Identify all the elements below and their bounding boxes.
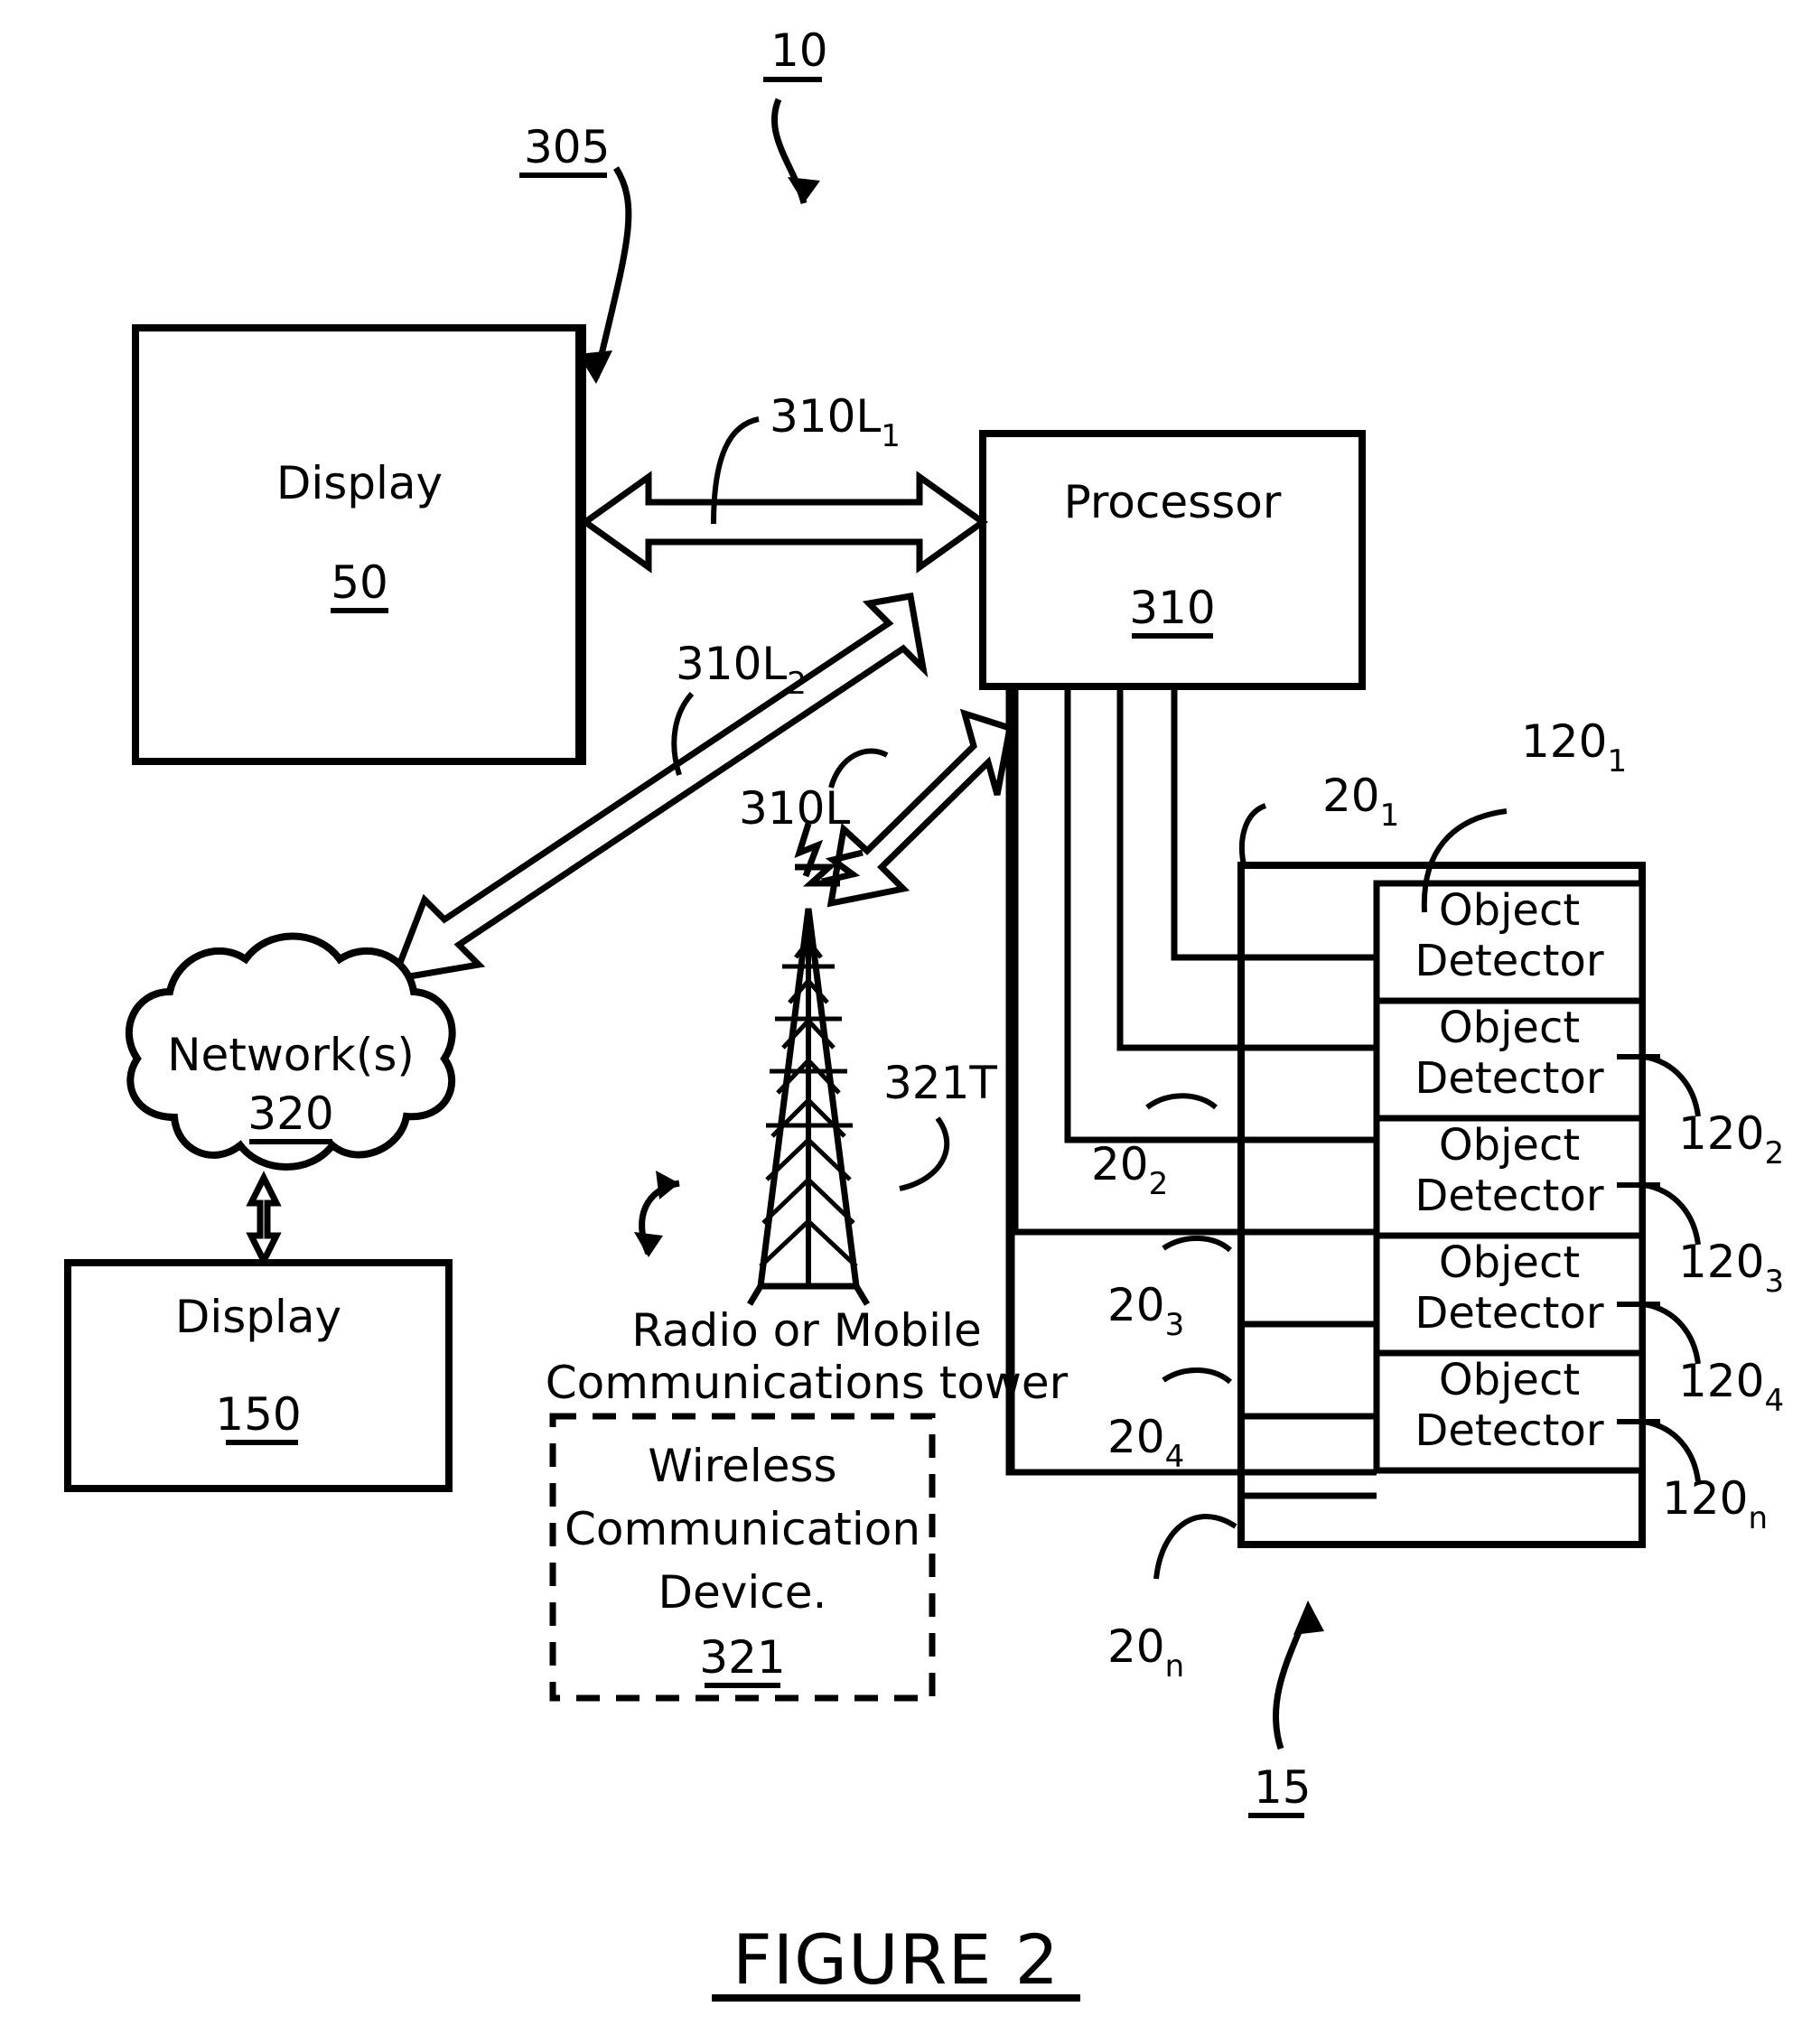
tower-caption: Radio or Mobile Communications tower (546, 1304, 1069, 1409)
detector-2-line1: Object (1439, 1003, 1580, 1053)
detector-4-ref: 1204 (1678, 1355, 1784, 1419)
processor-label: Processor (1064, 476, 1282, 528)
tower-ref-leader (899, 1116, 950, 1191)
detector-1-line1: Object (1439, 885, 1580, 936)
bus-1-label: 201 (1322, 770, 1399, 834)
network-cloud-block[interactable]: Network(s) 320 (126, 932, 456, 1171)
link-310L-label: 310L (739, 782, 850, 835)
detector-1-ref: 1201 (1521, 715, 1627, 779)
link-tower-processor: 310L (739, 708, 1014, 908)
network-display-double-arrow (246, 1171, 282, 1268)
array-ref-15-callout: 15 (1248, 1601, 1324, 1818)
processor-box[interactable] (979, 430, 1366, 690)
tower-signal-arc-head-bottom (634, 1232, 663, 1257)
detector-2-ref: 1202 (1678, 1107, 1784, 1171)
wireless-device-line1: Wireless (648, 1440, 836, 1492)
display-top-box[interactable] (132, 324, 586, 765)
detector-4-line1: Object (1439, 1237, 1580, 1288)
display-processor-double-arrow (579, 471, 989, 574)
detector-3-ref: 1203 (1678, 1236, 1784, 1300)
bus-3-leader (1162, 1236, 1232, 1253)
detector-1-line2: Detector (1415, 936, 1603, 986)
display-bottom-block[interactable]: Display 150 (64, 1259, 453, 1492)
radio-tower[interactable]: 321T (634, 822, 997, 1306)
bus-2-label: 202 (1091, 1138, 1168, 1202)
wireless-device-line3: Device. (658, 1566, 827, 1619)
bus-4-leader (1162, 1367, 1232, 1385)
bus-1-leader (1239, 803, 1267, 870)
wireless-device-block[interactable]: Wireless Communication Device. 321 (549, 1413, 936, 1702)
detector-5-line1: Object (1439, 1355, 1580, 1405)
detector-4-line2: Detector (1415, 1288, 1603, 1339)
figure-caption: FIGURE 2 (733, 1919, 1060, 2000)
system-ref-10-arrowhead (788, 177, 820, 203)
display-top-label: Display (276, 457, 443, 509)
link-network-display-bottom (246, 1171, 282, 1268)
tower-signal-arc-head-top (656, 1171, 679, 1199)
processor-ref: 310 (1129, 582, 1215, 634)
display-bottom-label: Display (175, 1291, 341, 1343)
wireless-device-line2: Communication (565, 1503, 920, 1555)
detector-2-line2: Detector (1415, 1053, 1603, 1104)
link-display-processor: 310L1 (579, 390, 989, 574)
patent-figure-2: 10 305 Display 50 Processor 310 310L1 31… (64, 24, 1784, 2002)
bezel-ref-305-label: 305 (524, 121, 610, 173)
detector-5-line2: Detector (1415, 1405, 1603, 1456)
array-ref-15-arrowhead (1293, 1601, 1324, 1635)
network-label: Network(s) (167, 1029, 415, 1081)
figure-caption-group: FIGURE 2 (712, 1919, 1080, 2002)
tower-caption-line2: Communications tower (546, 1357, 1069, 1409)
bus-n-label: 20n (1107, 1620, 1184, 1685)
detector-stack: Object Detector Object Detector Object D… (1373, 880, 1646, 1474)
array-ref-15-label: 15 (1254, 1761, 1312, 1814)
detector-3-line1: Object (1439, 1120, 1580, 1171)
link-310L2-label: 310L2 (676, 638, 807, 702)
system-ref-10-callout: 10 (763, 24, 828, 204)
processor-block[interactable]: Processor 310 (979, 430, 1366, 690)
tower-caption-line1: Radio or Mobile (631, 1304, 981, 1357)
system-ref-10-label: 10 (770, 24, 828, 77)
bus-3-label: 203 (1107, 1279, 1184, 1343)
display-top-block[interactable]: Display 50 (132, 324, 586, 765)
detector-array-block[interactable]: Object Detector Object Detector Object D… (1237, 862, 1646, 1548)
bus-2-leader (1145, 1093, 1218, 1110)
tower-ref-label: 321T (883, 1057, 997, 1109)
display-top-ref: 50 (331, 556, 388, 609)
bus-4-label: 204 (1107, 1411, 1184, 1475)
display-top-bezel (575, 328, 584, 761)
link-310L1-label: 310L1 (770, 390, 901, 454)
wireless-device-ref: 321 (699, 1631, 785, 1684)
bus-n-leader (1153, 1514, 1237, 1580)
bezel-ref-305-leader (593, 166, 632, 378)
network-ref: 320 (247, 1087, 333, 1140)
detector-3-line2: Detector (1415, 1171, 1603, 1221)
detector-n-ref: 120n (1662, 1472, 1768, 1536)
display-bottom-ref: 150 (215, 1388, 301, 1441)
